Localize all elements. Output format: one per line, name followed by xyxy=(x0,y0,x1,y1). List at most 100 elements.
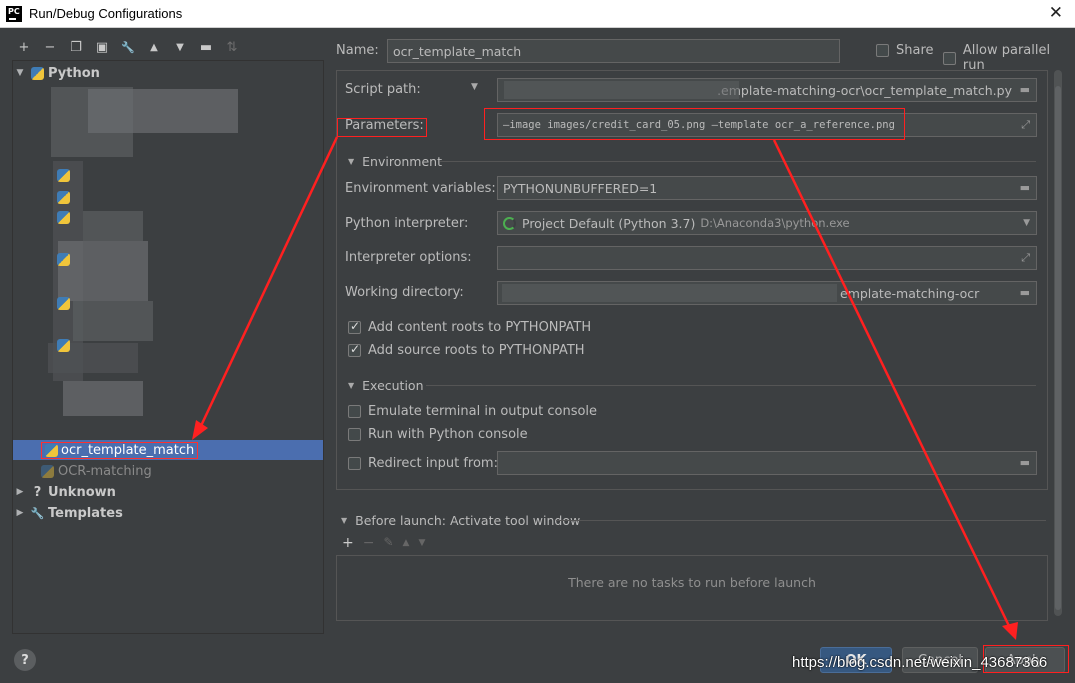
interpreter-label: Python interpreter: xyxy=(345,216,469,231)
interpreter-path: D:\Anaconda3\python.exe xyxy=(700,216,850,230)
move-down-icon[interactable]: ▼ xyxy=(168,36,192,58)
folder-icon[interactable]: ▬ xyxy=(1020,83,1030,96)
tree-node-templates[interactable]: ▶ 🔧 Templates xyxy=(13,503,323,523)
collapse-arrow-icon[interactable]: ▶ xyxy=(13,487,27,497)
execution-section-header[interactable]: ▼ Execution xyxy=(348,378,424,393)
collapse-arrow-icon[interactable]: ▶ xyxy=(13,508,27,518)
emulate-terminal-checkbox[interactable] xyxy=(348,405,361,418)
script-path-label: Script path: xyxy=(345,82,421,97)
wrench-icon: 🔧 xyxy=(30,506,45,520)
edit-list-icon[interactable]: ▬ xyxy=(1020,181,1030,194)
save-icon[interactable]: ▣ xyxy=(90,36,114,58)
content-roots-row[interactable]: Add content roots to PYTHONPATH xyxy=(348,319,591,335)
expand-field-icon[interactable]: ⤢ xyxy=(1021,118,1030,132)
share-checkbox[interactable] xyxy=(876,44,889,57)
move-task-up-icon[interactable]: ▲ xyxy=(403,535,410,551)
redirect-input-field[interactable]: ▬ xyxy=(497,451,1037,475)
scrollbar-thumb[interactable] xyxy=(1055,86,1061,610)
blurred-path xyxy=(504,81,739,99)
edit-task-icon[interactable]: ✎ xyxy=(383,535,393,551)
wrench-icon[interactable]: 🔧 xyxy=(116,36,140,58)
emulate-terminal-label: Emulate terminal in output console xyxy=(368,404,598,419)
add-icon[interactable]: + xyxy=(12,36,36,58)
annotation-box-parameters-label xyxy=(337,118,427,137)
empty-tasks-text: There are no tasks to run before launch xyxy=(568,575,816,590)
python-console-row[interactable]: Run with Python console xyxy=(348,427,528,442)
expand-field-icon[interactable]: ⤢ xyxy=(1021,251,1030,265)
tree-label-python: Python xyxy=(48,65,100,81)
window-title: Run/Debug Configurations xyxy=(29,6,183,21)
expand-arrow-icon[interactable]: ▼ xyxy=(13,68,27,78)
section-divider xyxy=(556,520,1046,521)
before-launch-label: Before launch: Activate tool window xyxy=(355,513,581,528)
add-source-roots-label: Add source roots to PYTHONPATH xyxy=(368,343,585,358)
question-icon: ? xyxy=(33,484,42,500)
emulate-terminal-row[interactable]: Emulate terminal in output console xyxy=(348,404,597,419)
redirect-input-row[interactable]: Redirect input from: xyxy=(348,456,498,471)
section-divider xyxy=(426,385,1036,386)
add-content-roots-checkbox[interactable] xyxy=(348,319,361,334)
interpreter-select[interactable]: Project Default (Python 3.7) D:\Anaconda… xyxy=(497,211,1037,235)
tree-item-ocr-matching[interactable]: OCR-matching xyxy=(13,461,323,481)
collapse-arrow-icon: ▼ xyxy=(348,157,355,166)
tree-label-unknown: Unknown xyxy=(48,484,116,500)
blurred-entries xyxy=(73,301,153,341)
remove-icon[interactable]: − xyxy=(38,36,62,58)
folder-icon[interactable]: ▬ xyxy=(1020,286,1030,299)
blurred-entries xyxy=(63,381,143,416)
move-up-icon[interactable]: ▲ xyxy=(142,36,166,58)
arrowhead xyxy=(1002,622,1018,640)
before-launch-header[interactable]: ▼ Before launch: Activate tool window xyxy=(341,513,580,528)
folder-icon[interactable]: ▬ xyxy=(1020,456,1030,469)
script-path-input[interactable]: .emplate-matching-ocr\ocr_template_match… xyxy=(497,78,1037,102)
python-icon xyxy=(57,211,70,224)
name-label: Name: xyxy=(336,43,379,58)
name-input[interactable]: ocr_template_match xyxy=(387,39,840,63)
run-with-console-label: Run with Python console xyxy=(368,427,528,442)
close-icon[interactable]: ✕ xyxy=(1049,3,1063,23)
tree-node-unknown[interactable]: ▶ ? Unknown xyxy=(13,482,323,502)
blurred-entries xyxy=(88,89,238,133)
help-button[interactable]: ? xyxy=(14,649,36,671)
allow-parallel-checkbox[interactable] xyxy=(943,51,956,65)
script-path-value: .emplate-matching-ocr\ocr_template_match… xyxy=(717,82,1012,98)
python-icon xyxy=(57,253,70,266)
tree-label-ocr-matching: OCR-matching xyxy=(58,463,152,479)
move-task-down-icon[interactable]: ▼ xyxy=(418,535,425,551)
source-roots-row[interactable]: Add source roots to PYTHONPATH xyxy=(348,342,585,358)
share-label: Share xyxy=(896,43,934,58)
env-vars-input[interactable]: PYTHONUNBUFFERED=1 ▬ xyxy=(497,176,1037,200)
remove-task-icon[interactable]: − xyxy=(363,535,375,551)
working-dir-input[interactable]: emplate-matching-ocr ▬ xyxy=(497,281,1037,305)
tree-node-python[interactable]: ▼ Python xyxy=(13,63,323,83)
dropdown-arrow-icon[interactable]: ▼ xyxy=(1023,218,1030,228)
section-divider xyxy=(440,161,1036,162)
interpreter-options-input[interactable]: ⤢ xyxy=(497,246,1037,270)
pycharm-logo-icon: PC xyxy=(6,5,22,22)
redirect-input-checkbox[interactable] xyxy=(348,457,361,470)
collapse-arrow-icon: ▼ xyxy=(348,381,355,390)
python-icon xyxy=(41,464,54,478)
add-task-icon[interactable]: + xyxy=(342,535,354,551)
blurred-entries xyxy=(58,241,148,301)
tree-label-templates: Templates xyxy=(48,505,123,521)
parallel-checkbox-row[interactable]: Allow parallel run xyxy=(943,43,1075,73)
watermark-text: https://blog.csdn.net/weixin_43687366 xyxy=(792,654,1048,671)
run-with-console-checkbox[interactable] xyxy=(348,428,361,441)
python-icon xyxy=(57,169,70,182)
environment-section-header[interactable]: ▼ Environment xyxy=(348,154,442,169)
execution-header-label: Execution xyxy=(362,378,424,393)
copy-icon[interactable]: ❐ xyxy=(64,36,88,58)
name-input-value: ocr_template_match xyxy=(393,43,522,59)
add-source-roots-checkbox[interactable] xyxy=(348,342,361,357)
share-checkbox-row[interactable]: Share xyxy=(876,43,934,58)
config-tree: ▼ Python ocr_template_match OCR-matching… xyxy=(12,60,324,634)
sort-icon[interactable]: ⇅ xyxy=(220,36,244,58)
folder-add-icon[interactable]: ▬ xyxy=(194,36,218,58)
collapse-arrow-icon: ▼ xyxy=(341,516,348,525)
selected-item-highlight: ocr_template_match xyxy=(41,441,199,459)
script-type-dropdown-icon[interactable]: ▼ xyxy=(471,82,478,92)
blurred-entries xyxy=(83,211,143,241)
tree-item-ocr-template-match[interactable]: ocr_template_match xyxy=(13,440,323,460)
loading-spinner-icon xyxy=(503,216,516,230)
